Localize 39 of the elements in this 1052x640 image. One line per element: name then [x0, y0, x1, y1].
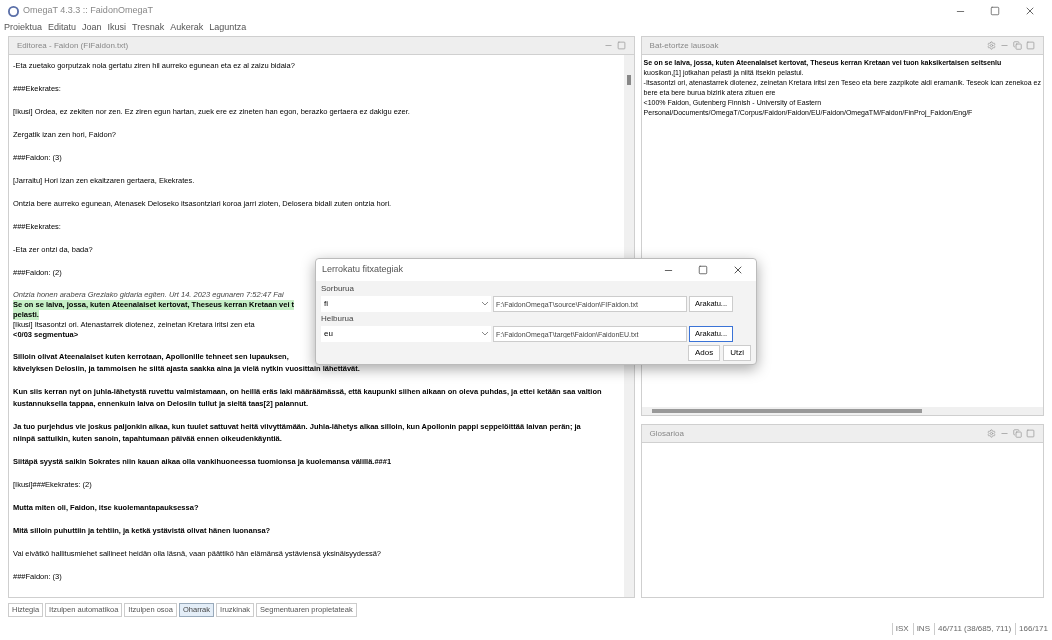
- menu-item[interactable]: Joan: [82, 21, 102, 35]
- maximize-icon[interactable]: [1026, 41, 1035, 50]
- menu-item[interactable]: Laguntza: [209, 21, 247, 35]
- status-field: 166/171: [1015, 623, 1048, 635]
- undock-icon[interactable]: [1013, 41, 1022, 50]
- pane-title: Bat-etortze lausoak: [649, 39, 719, 52]
- settings-icon[interactable]: [987, 41, 996, 50]
- caret-icon: [482, 332, 488, 336]
- menu-item[interactable]: Ikusi: [107, 21, 127, 35]
- app-logo-icon: [8, 5, 19, 17]
- maximize-icon[interactable]: [616, 41, 626, 50]
- menu-item[interactable]: Aukerak: [170, 21, 204, 35]
- dropdown-value: eu: [324, 328, 333, 340]
- horizontal-scrollbar[interactable]: [641, 407, 1043, 415]
- dialog-button[interactable]: Ados: [688, 345, 721, 361]
- language-dropdown[interactable]: fi: [321, 296, 491, 312]
- menu-item[interactable]: Editatu: [48, 21, 77, 35]
- status-field: ISX: [891, 623, 909, 635]
- dialog-title: Lerrokatu fitxategiak: [322, 263, 404, 277]
- status-field: INS: [912, 623, 930, 635]
- maximize-icon[interactable]: [990, 6, 1000, 16]
- field-label: Helburua: [321, 313, 355, 325]
- window-title: OmegaT 4.3.3 :: FaidonOmegaT: [23, 4, 153, 18]
- dropdown-value: fi: [324, 298, 328, 310]
- dialog-button[interactable]: Utzi: [723, 345, 751, 361]
- undock-icon[interactable]: [1013, 429, 1022, 438]
- caret-icon: [482, 302, 488, 306]
- status-field: 46/711 (38/685, 711): [934, 623, 1012, 635]
- field-label: Sorburua: [321, 283, 355, 295]
- pane-title: Editorea - Faidon (FIFaidon.txt): [17, 39, 129, 52]
- settings-icon[interactable]: [987, 429, 996, 438]
- menu-item[interactable]: Tresnak: [132, 21, 165, 35]
- language-dropdown[interactable]: eu: [321, 326, 491, 342]
- pane-title: Glosarioa: [649, 427, 684, 440]
- close-icon[interactable]: [732, 264, 744, 276]
- maximize-icon[interactable]: [1026, 429, 1035, 438]
- maximize-icon[interactable]: [698, 265, 708, 275]
- close-icon[interactable]: [1024, 5, 1036, 17]
- menu-item[interactable]: Proiektua: [4, 21, 43, 35]
